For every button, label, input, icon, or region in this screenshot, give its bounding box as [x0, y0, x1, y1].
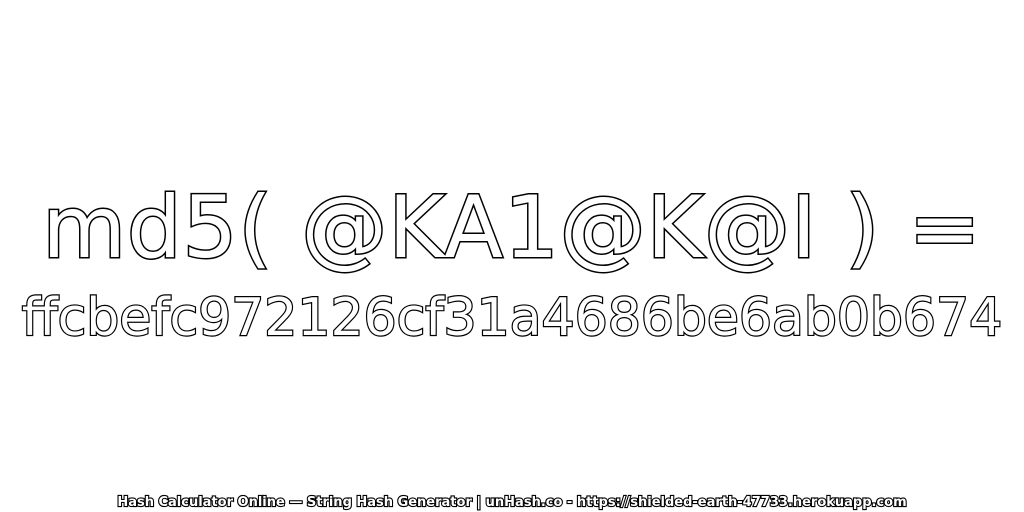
md5-expression-heading: md5( @KA1@K@I ) =	[41, 177, 982, 280]
md5-hash-value: ffcbefc972126cf31a4686be6ab0b674	[21, 287, 1004, 349]
site-footer-caption: Hash Calculator Online — String Hash Gen…	[116, 494, 908, 511]
image-canvas: md5( @KA1@K@I ) = ffcbefc972126cf31a4686…	[0, 0, 1024, 512]
